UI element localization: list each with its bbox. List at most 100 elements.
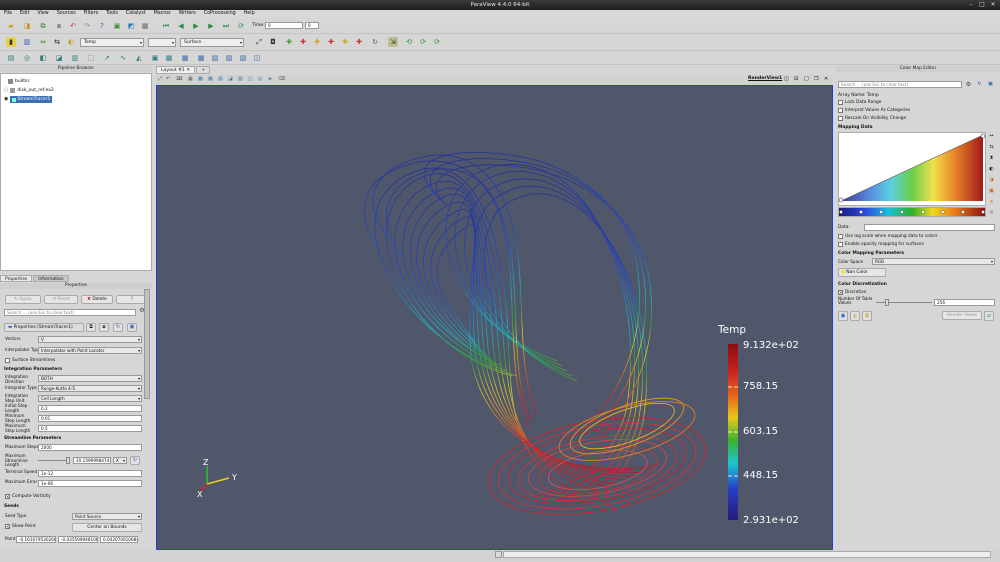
menu-macros[interactable]: Macros — [154, 10, 171, 18]
minimize-icon[interactable]: – — [967, 1, 975, 9]
representation-select[interactable]: Surface ▾ — [180, 38, 244, 47]
pipeline-item-streamtracer1[interactable]: ◉ StreamTracer1 — [4, 96, 53, 103]
time-index-spinbox[interactable]: 0 — [305, 22, 319, 29]
help-icon[interactable]: ? — [97, 21, 107, 31]
menu-file[interactable]: File — [4, 10, 12, 18]
hover-cells-icon[interactable]: ◈ — [268, 76, 272, 82]
menu-sources[interactable]: Sources — [57, 10, 76, 18]
cme-save-icon[interactable]: ▣ — [986, 80, 995, 89]
auto-update-icon[interactable]: ⇄ — [984, 311, 994, 321]
play-icon[interactable]: ▶ — [191, 21, 201, 31]
color-by-select[interactable]: Temp ▾ — [80, 38, 144, 47]
threshold-icon[interactable]: ▥ — [70, 53, 80, 63]
hover-points-icon[interactable]: ◎ — [258, 76, 262, 82]
cme-search-input[interactable]: Search ... (use Esc to clear text) — [838, 81, 962, 88]
select-polygon-icon[interactable]: ◪ — [228, 76, 233, 82]
point-y-input[interactable]: -0.03559994810640 — [58, 536, 98, 543]
choose-preset-icon[interactable]: ▣ — [987, 187, 996, 196]
copy-settings-icon[interactable]: ⧉ — [862, 311, 872, 321]
add-layout-tab[interactable]: + — [196, 66, 211, 74]
close-icon[interactable]: ✕ — [989, 1, 997, 9]
glyph-icon[interactable]: ➚ — [102, 53, 112, 63]
pipeline-item-disk-out-ref[interactable]: ◌ disk_out_ref.ex2 — [4, 87, 54, 94]
last-frame-icon[interactable]: ⏭ — [221, 21, 231, 31]
view-plus-z-icon[interactable]: ✚ — [340, 37, 350, 47]
calculator-icon[interactable]: ▤ — [6, 53, 16, 63]
eye-closed-icon[interactable]: ◌ — [4, 87, 8, 94]
extract-level-icon[interactable]: ▦ — [164, 53, 174, 63]
close-view-icon[interactable]: ✕ — [824, 76, 828, 82]
menu-writers[interactable]: Writers — [179, 10, 196, 18]
menu-edit[interactable]: Edit — [20, 10, 29, 18]
split-horizontal-icon[interactable]: ◫ — [784, 76, 789, 82]
interpolator-type-select[interactable]: Interpolator with Point Locator — [38, 347, 142, 354]
point-x-input[interactable]: -0.16167953026600 — [16, 536, 56, 543]
tab-information[interactable]: Information — [33, 275, 69, 282]
extract-subset-icon[interactable]: ⬚ — [86, 53, 96, 63]
stream-tracer-icon[interactable]: ∿ — [118, 53, 128, 63]
color-transfer-function[interactable] — [838, 207, 986, 217]
select-points-on-icon[interactable]: ▩ — [196, 53, 206, 63]
interaction-mode-icon[interactable]: ⇲ — [388, 37, 398, 47]
rescale-custom-range-icon[interactable]: ⇆ — [987, 143, 996, 152]
cme-settings-icon[interactable]: ⚙ — [964, 80, 973, 89]
view-capture-icon[interactable]: ▦ — [188, 76, 193, 82]
minimum-step-length-input[interactable]: 0.01 — [38, 415, 142, 422]
abort-button[interactable] — [495, 551, 502, 558]
rescale-range-icon[interactable]: ↔ — [987, 132, 996, 141]
apply-orientation-icon[interactable]: ⟳ — [432, 37, 442, 47]
compute-vorticity-checkbox[interactable]: ✕ — [5, 494, 10, 499]
max-length-slider-handle[interactable] — [66, 457, 70, 464]
rescale-custom-icon[interactable]: ⇆ — [52, 37, 62, 47]
rescale-temporal-icon[interactable]: ⧗ — [987, 154, 996, 163]
menu-tools[interactable]: Tools — [106, 10, 118, 18]
point-z-input[interactable]: 0.04207001068401 — [100, 536, 138, 543]
loop-icon[interactable]: ⟳ — [236, 21, 246, 31]
render-view[interactable]: Z Y X Temp 9.132e+02 758.15 603.15 448.1… — [156, 85, 833, 550]
rotate-ccw-icon[interactable]: ⟲ — [404, 37, 414, 47]
first-frame-icon[interactable]: ⏮ — [161, 21, 171, 31]
contour-icon[interactable]: ◎ — [22, 53, 32, 63]
table-values-slider-handle[interactable] — [885, 299, 889, 306]
properties-section-toggle[interactable]: ▬ Properties (StreamTracer1) — [4, 323, 84, 332]
properties-scrollbar[interactable] — [144, 289, 150, 399]
paste-icon[interactable]: ⧈ — [99, 323, 109, 332]
camera-icon[interactable]: ▦ — [140, 21, 150, 31]
view-minus-z-icon[interactable]: ✚ — [354, 37, 364, 47]
vectors-select[interactable]: V — [38, 336, 142, 343]
macro-icon[interactable]: ▣ — [112, 21, 122, 31]
discretize-checkbox[interactable]: ✕ — [838, 290, 843, 295]
enable-opacity-checkbox[interactable] — [838, 242, 843, 247]
toggle-color-legend-icon[interactable]: ▮ — [6, 37, 16, 47]
color-space-select[interactable]: RGB — [872, 258, 995, 265]
connect-icon[interactable]: ⧉ — [38, 21, 48, 31]
delete-button[interactable]: ✖ Delete — [81, 295, 113, 304]
center-on-bounds-button[interactable]: Center on Bounds — [72, 523, 142, 532]
group-datasets-icon[interactable]: ▣ — [150, 53, 160, 63]
lock-data-range-checkbox[interactable] — [838, 100, 843, 105]
view-plus-y-icon[interactable]: ✚ — [312, 37, 322, 47]
view-minus-x-icon[interactable]: ✚ — [298, 37, 308, 47]
rescale-visibility-checkbox[interactable] — [838, 116, 843, 121]
rescale-visible-range-icon[interactable]: ◐ — [987, 165, 996, 174]
slice-icon[interactable]: ◪ — [54, 53, 64, 63]
cme-refresh-icon[interactable]: ↻ — [975, 80, 984, 89]
apply-button[interactable]: ↻ Apply — [5, 295, 41, 304]
initial-step-length-input[interactable]: 0.2 — [38, 405, 142, 412]
clear-selection-icon[interactable]: ⌫ — [278, 76, 285, 82]
num-table-values-input[interactable]: 256 — [934, 299, 995, 306]
integration-step-unit-select[interactable]: Cell Length — [38, 395, 142, 402]
reset-length-icon[interactable]: ↻ — [130, 456, 140, 465]
redo-icon[interactable]: ↷ — [82, 21, 92, 31]
zoom-to-data-icon[interactable]: ◘ — [268, 37, 278, 47]
python-icon[interactable]: ◩ — [126, 21, 136, 31]
camera-undo-icon[interactable]: ↶ — [166, 76, 170, 82]
time-input[interactable]: 0 — [265, 22, 303, 29]
properties-search-input[interactable]: Search ... (use Esc to clear text) — [4, 309, 136, 316]
view-minus-y-icon[interactable]: ✚ — [326, 37, 336, 47]
clip-icon[interactable]: ◧ — [38, 53, 48, 63]
render-view-label[interactable]: RenderView1 — [748, 76, 782, 81]
split-vertical-icon[interactable]: ⊟ — [794, 76, 798, 82]
maximum-error-input[interactable]: 1e-06 — [38, 480, 142, 487]
disconnect-icon[interactable]: ⧈ — [54, 21, 64, 31]
